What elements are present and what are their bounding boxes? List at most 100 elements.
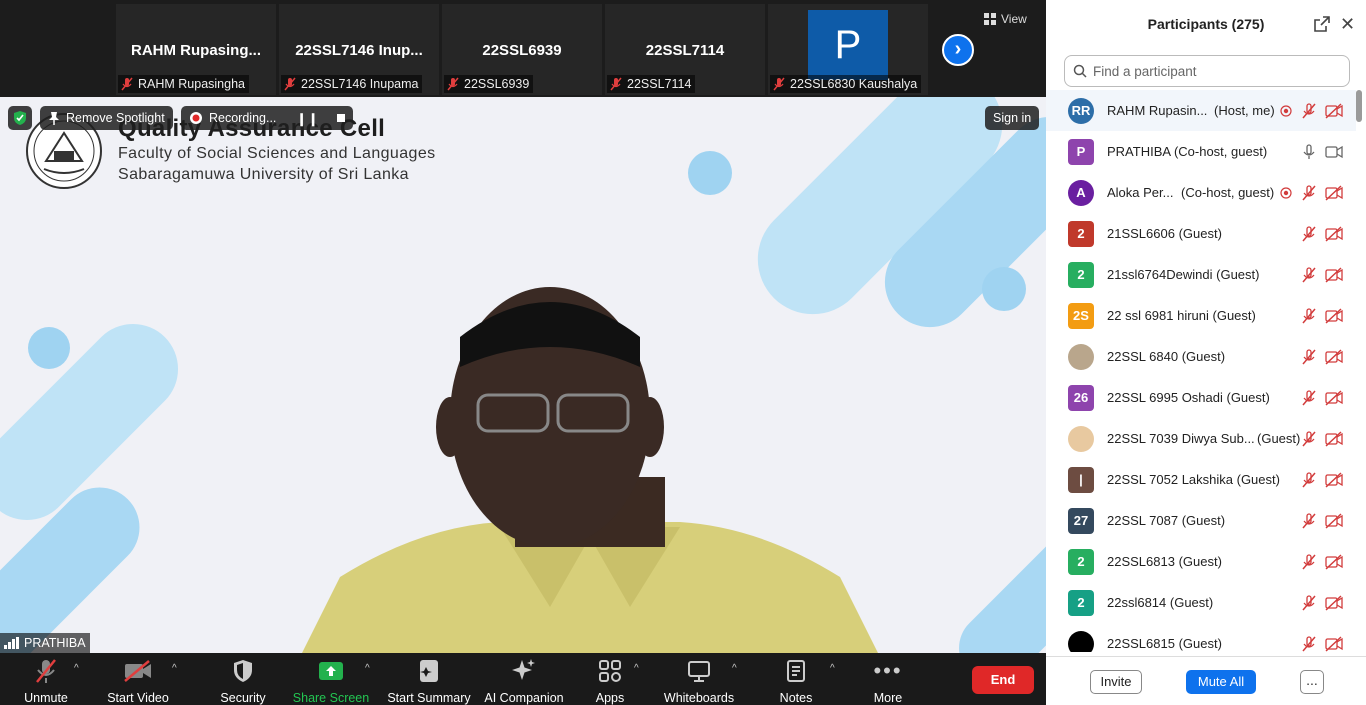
invite-button[interactable]: Invite	[1090, 670, 1142, 694]
mic-muted-icon[interactable]	[1301, 348, 1317, 365]
whiteboards-options-caret[interactable]: ^	[732, 663, 737, 674]
participant-row[interactable]: 26 22SSL 6995 Oshadi (Guest)	[1046, 377, 1356, 418]
notes-options-caret[interactable]: ^	[830, 663, 835, 674]
avatar	[1068, 343, 1094, 370]
mic-muted-icon[interactable]	[1301, 430, 1317, 447]
more-button[interactable]: ••• More	[868, 658, 908, 705]
recording-icon	[1280, 104, 1292, 117]
thumbnail-tile[interactable]: P 22SSL6830 Kaushalya	[768, 4, 928, 95]
avatar	[1068, 425, 1094, 452]
video-off-icon[interactable]	[1325, 389, 1343, 406]
thumbnail-strip: RAHM Rupasing... RAHM Rupasingha 22SSL71…	[0, 0, 1046, 97]
thumbnail-label: 22SSL6830 Kaushalya	[770, 75, 922, 93]
avatar: 2	[1068, 589, 1094, 616]
pause-recording-icon[interactable]: ❙❙	[296, 111, 319, 126]
video-off-icon[interactable]	[1325, 307, 1343, 324]
mic-muted-icon[interactable]	[1301, 471, 1317, 488]
video-off-icon[interactable]	[1325, 225, 1343, 242]
participant-row[interactable]: 22SSL6815 (Guest)	[1046, 623, 1356, 652]
video-off-icon[interactable]	[1325, 594, 1343, 611]
whiteboards-button[interactable]: Whiteboards	[662, 658, 736, 705]
remove-spotlight-button[interactable]: Remove Spotlight	[40, 106, 173, 130]
participant-role: (Co-host, guest)	[1181, 185, 1275, 200]
search-input[interactable]	[1093, 63, 1333, 79]
participant-row[interactable]: 2 22ssl6814 (Guest)	[1046, 582, 1356, 623]
more-dots-icon: •••	[873, 658, 903, 683]
participant-row[interactable]: 2 21SSL6606 (Guest)	[1046, 213, 1356, 254]
participant-row[interactable]: 2S 22 ssl 6981 hiruni (Guest)	[1046, 295, 1356, 336]
thumbnail-tile[interactable]: 22SSL7146 Inup... 22SSL7146 Inupama	[279, 4, 439, 95]
participant-row[interactable]: 2 21ssl6764Dewindi (Guest)	[1046, 254, 1356, 295]
mute-all-button[interactable]: Mute All	[1186, 670, 1256, 694]
video-off-icon[interactable]	[1325, 512, 1343, 529]
video-off-icon[interactable]	[1325, 471, 1343, 488]
end-meeting-button[interactable]: End	[972, 666, 1034, 694]
mic-muted-icon[interactable]	[1301, 594, 1317, 611]
apps-options-caret[interactable]: ^	[634, 663, 639, 674]
start-summary-button[interactable]: Start Summary	[386, 658, 472, 705]
video-off-icon[interactable]	[1325, 348, 1343, 365]
participant-search[interactable]	[1064, 55, 1350, 87]
participant-role: (Host, me)	[1214, 103, 1275, 118]
ai-companion-button[interactable]: AI Companion	[482, 658, 566, 705]
mic-muted-icon[interactable]	[1301, 102, 1317, 119]
background-dot	[982, 267, 1026, 311]
notes-button[interactable]: Notes	[776, 658, 816, 705]
mic-muted-icon[interactable]	[1301, 635, 1317, 652]
speaker-video-figure	[302, 287, 878, 653]
participant-row[interactable]: | 22SSL 7052 Lakshika (Guest)	[1046, 459, 1356, 500]
share-options-caret[interactable]: ^	[365, 663, 370, 674]
stop-recording-icon[interactable]	[337, 114, 346, 122]
thumbnail-tile[interactable]: RAHM Rupasing... RAHM Rupasingha	[116, 4, 276, 95]
audio-options-caret[interactable]: ^	[74, 663, 79, 674]
participant-name: Aloka Per...	[1107, 185, 1174, 200]
video-off-icon[interactable]	[1325, 430, 1343, 447]
apps-button[interactable]: Apps	[592, 658, 628, 705]
mic-muted-icon[interactable]	[1301, 553, 1317, 570]
video-off-icon[interactable]	[1325, 184, 1343, 201]
thumbnail-tile[interactable]: 22SSL7114 22SSL7114	[605, 4, 765, 95]
summary-icon	[420, 660, 438, 682]
unmute-button[interactable]: Unmute	[20, 658, 72, 705]
participant-name: 21SSL6606 (Guest)	[1107, 226, 1222, 241]
participant-row[interactable]: 22SSL 6840 (Guest)	[1046, 336, 1356, 377]
video-options-caret[interactable]: ^	[172, 663, 177, 674]
mic-muted-icon[interactable]	[1301, 512, 1317, 529]
participant-row[interactable]: A Aloka Per... (Co-host, guest)	[1046, 172, 1356, 213]
next-page-button[interactable]: ›	[942, 34, 974, 66]
close-icon[interactable]: ✕	[1340, 14, 1355, 35]
participant-name: 22SSL 6995 Oshadi (Guest)	[1107, 390, 1270, 405]
start-video-button[interactable]: Start Video	[104, 658, 172, 705]
avatar: 27	[1068, 507, 1094, 534]
thumbnail-label-text: 22SSL6939	[464, 77, 530, 91]
more-options-button[interactable]: ...	[1300, 670, 1324, 694]
video-off-icon[interactable]	[1325, 102, 1343, 119]
scrollbar[interactable]	[1356, 90, 1362, 122]
active-speaker-video[interactable]: Quality Assurance Cell Faculty of Social…	[0, 97, 1046, 653]
share-screen-button[interactable]: Share Screen	[292, 658, 370, 705]
mic-muted-icon[interactable]	[1301, 225, 1317, 242]
video-icon[interactable]	[1325, 144, 1343, 160]
video-off-icon[interactable]	[1325, 266, 1343, 283]
video-off-icon[interactable]	[1325, 553, 1343, 570]
pop-out-icon[interactable]	[1314, 16, 1330, 32]
mic-muted-icon[interactable]	[1301, 307, 1317, 324]
security-badge[interactable]	[8, 106, 32, 130]
recording-indicator: Recording... ❙❙	[181, 106, 354, 130]
participant-row[interactable]: 27 22SSL 7087 (Guest)	[1046, 500, 1356, 541]
mic-muted-icon[interactable]	[1301, 389, 1317, 406]
thumbnail-tile[interactable]: 22SSL6939 22SSL6939	[442, 4, 602, 95]
mic-muted-icon[interactable]	[1301, 184, 1317, 201]
mic-icon[interactable]	[1301, 143, 1317, 160]
recording-label: Recording...	[209, 111, 277, 125]
mic-muted-icon[interactable]	[1301, 266, 1317, 283]
security-button[interactable]: Security	[216, 658, 270, 705]
participant-row[interactable]: P PRATHIBA (Co-host, guest)	[1046, 131, 1356, 172]
avatar: 2	[1068, 220, 1094, 247]
view-button[interactable]: View	[984, 12, 1027, 26]
participant-row[interactable]: RR RAHM Rupasin... (Host, me)	[1046, 90, 1356, 131]
participant-row[interactable]: 2 22SSL6813 (Guest)	[1046, 541, 1356, 582]
participant-row[interactable]: 22SSL 7039 Diwya Sub... (Guest)	[1046, 418, 1356, 459]
video-off-icon[interactable]	[1325, 635, 1343, 652]
sign-in-button[interactable]: Sign in	[985, 106, 1040, 130]
